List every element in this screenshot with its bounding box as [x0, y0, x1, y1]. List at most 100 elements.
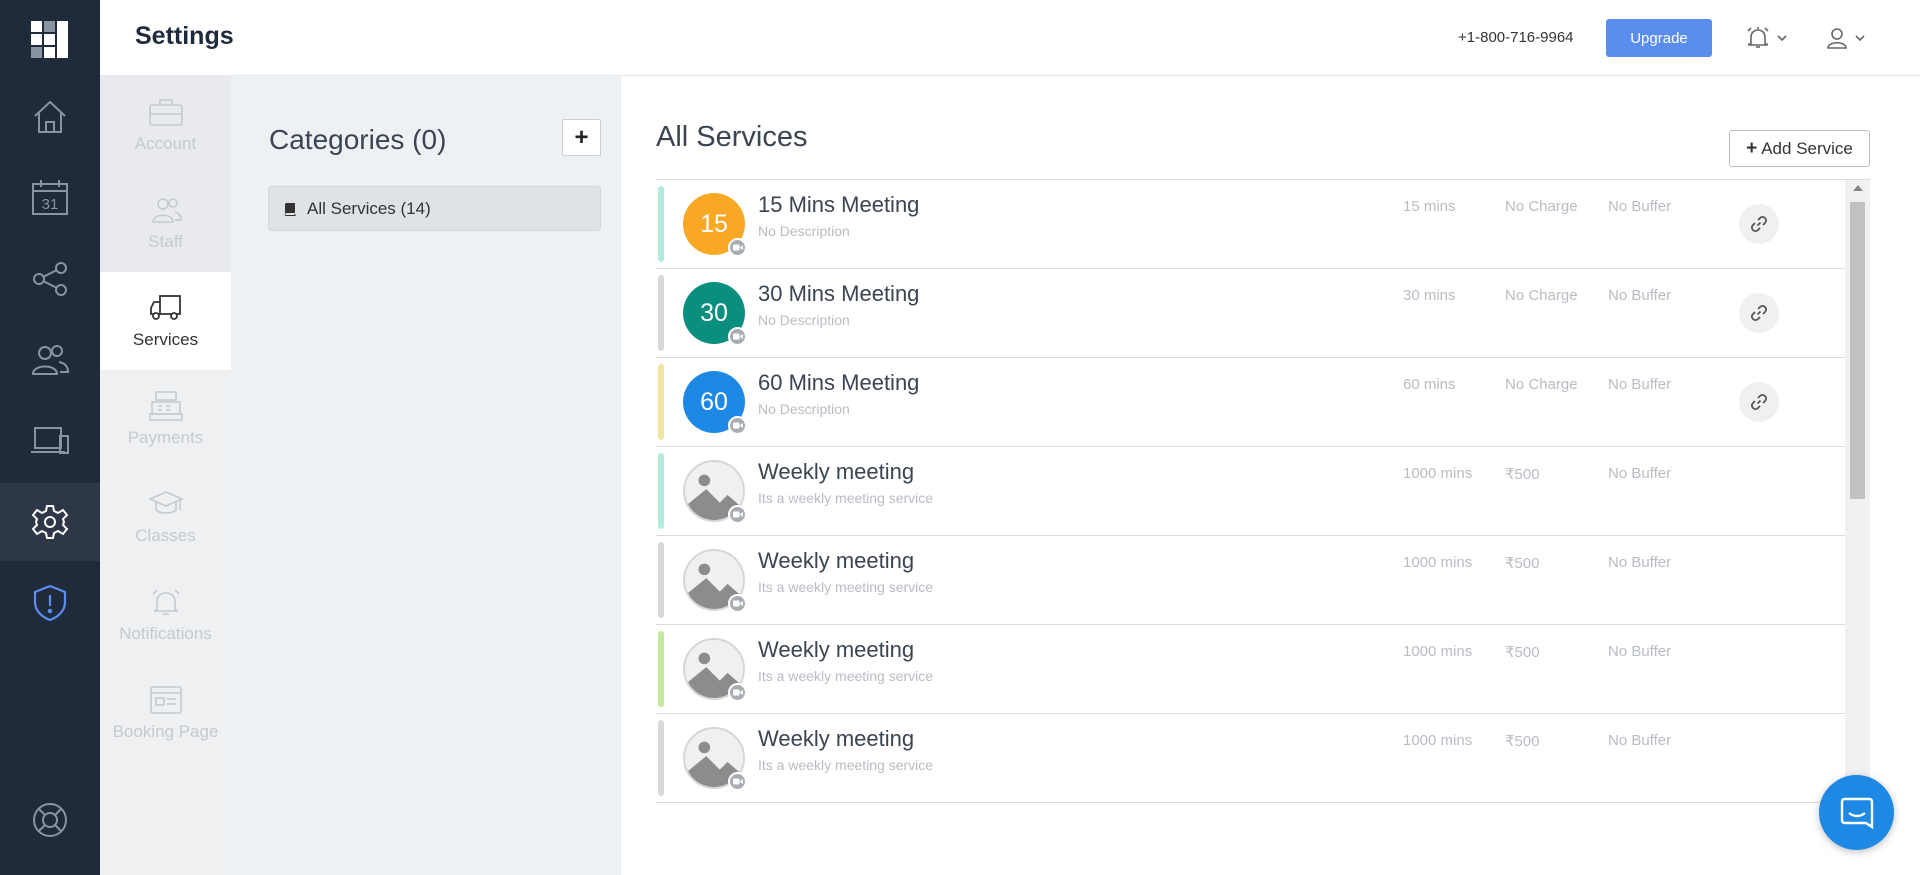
nav-home[interactable] — [0, 78, 100, 156]
chat-launcher-button[interactable] — [1819, 775, 1894, 850]
support-phone[interactable]: +1-800-716-9964 — [1458, 29, 1574, 46]
subnav-notifications[interactable]: Notifications — [100, 566, 231, 664]
services-list: 15 15 Mins Meeting No Description 15 mins No… — [656, 179, 1870, 809]
add-service-label: Add Service — [1761, 138, 1853, 158]
avatar-number: 15 — [700, 209, 728, 238]
subnav-classes[interactable]: Classes — [100, 468, 231, 566]
video-icon — [728, 327, 747, 346]
truck-icon — [149, 295, 181, 320]
copy-link-button[interactable] — [1739, 293, 1779, 333]
service-color-bar — [658, 453, 664, 529]
video-icon — [728, 238, 747, 257]
service-price: No Charge — [1505, 287, 1578, 304]
calendar-icon: 31 — [32, 180, 68, 215]
service-row[interactable]: 30 30 Mins Meeting No Description 30 mins No… — [656, 269, 1845, 358]
top-header: Settings +1-800-716-9964 Upgrade — [100, 0, 1920, 76]
service-buffer: No Buffer — [1608, 643, 1672, 660]
service-price: ₹500 — [1505, 733, 1540, 750]
service-row[interactable]: Weekly meeting Its a weekly meeting servi… — [656, 447, 1845, 536]
service-price: ₹500 — [1505, 555, 1540, 572]
categories-title: Categories (0) — [269, 124, 447, 155]
lifebuoy-icon — [33, 803, 67, 837]
copy-link-button[interactable] — [1739, 204, 1779, 244]
book-icon — [284, 202, 296, 216]
laptop-icon — [31, 427, 69, 454]
graduation-cap-icon — [147, 491, 184, 514]
app-logo-icon[interactable] — [31, 21, 69, 59]
service-row[interactable]: Weekly meeting Its a weekly meeting servi… — [656, 536, 1845, 625]
nav-devices[interactable] — [0, 402, 100, 480]
add-service-button[interactable]: + Add Service — [1729, 130, 1870, 167]
service-buffer: No Buffer — [1608, 554, 1672, 571]
main-nav: 31 — [0, 0, 100, 875]
subnav-payments[interactable]: Payments — [100, 370, 231, 468]
service-name[interactable]: Weekly meeting — [758, 726, 914, 752]
service-row[interactable]: Weekly meeting Its a weekly meeting servi… — [656, 625, 1845, 714]
service-name[interactable]: 30 Mins Meeting — [758, 281, 919, 307]
service-description: Its a weekly meeting service — [758, 579, 934, 595]
service-description: Its a weekly meeting service — [758, 668, 934, 684]
services-title: All Services — [656, 121, 808, 153]
add-category-button[interactable]: + — [562, 119, 601, 156]
customers-icon — [31, 345, 70, 375]
nav-security[interactable] — [0, 564, 100, 642]
nav-calendar[interactable]: 31 — [0, 159, 100, 237]
link-icon — [1750, 393, 1768, 411]
service-duration: 1000 mins — [1403, 465, 1473, 482]
categories-panel: Categories (0) + All Services (14) — [231, 76, 621, 875]
nav-help[interactable] — [0, 781, 100, 859]
category-item-all-services[interactable]: All Services (14) — [268, 186, 601, 231]
service-color-bar — [658, 186, 664, 262]
notifications-menu[interactable] — [1745, 22, 1787, 54]
page-title: Settings — [135, 22, 234, 50]
service-description: No Description — [758, 312, 850, 328]
service-name[interactable]: Weekly meeting — [758, 459, 914, 485]
service-name[interactable]: Weekly meeting — [758, 637, 914, 663]
service-name[interactable]: 15 Mins Meeting — [758, 192, 919, 218]
user-menu[interactable] — [1825, 22, 1865, 54]
bell-icon — [151, 589, 180, 615]
service-row[interactable]: 15 15 Mins Meeting No Description 15 mins No… — [656, 180, 1845, 269]
service-buffer: No Buffer — [1608, 287, 1672, 304]
plus-icon: + — [1746, 137, 1758, 159]
avatar-number: 30 — [700, 298, 728, 327]
nav-settings[interactable] — [0, 483, 100, 561]
chevron-down-icon — [1855, 35, 1865, 42]
service-price: ₹500 — [1505, 644, 1540, 661]
subnav-account[interactable]: Account — [100, 76, 231, 174]
briefcase-icon — [148, 99, 183, 126]
scroll-up-arrow-icon[interactable] — [1853, 185, 1863, 191]
scrollbar[interactable] — [1845, 180, 1870, 809]
video-icon — [728, 772, 747, 791]
service-price: No Charge — [1505, 376, 1578, 393]
subnav-services[interactable]: Services — [100, 272, 231, 370]
service-buffer: No Buffer — [1608, 732, 1672, 749]
share-icon — [33, 262, 67, 296]
shield-alert-icon — [33, 584, 67, 622]
user-icon — [1827, 28, 1847, 49]
nav-share[interactable] — [0, 240, 100, 318]
link-icon — [1750, 304, 1768, 322]
subnav-label: Account — [134, 134, 197, 153]
video-icon — [728, 594, 747, 613]
home-icon — [34, 100, 66, 133]
service-name[interactable]: Weekly meeting — [758, 548, 914, 574]
subnav-label: Booking Page — [112, 722, 219, 741]
service-description: Its a weekly meeting service — [758, 757, 934, 773]
service-price: No Charge — [1505, 198, 1578, 215]
service-name[interactable]: 60 Mins Meeting — [758, 370, 919, 396]
video-icon — [728, 416, 747, 435]
nav-customers[interactable] — [0, 321, 100, 399]
service-color-bar — [658, 275, 664, 351]
scroll-thumb[interactable] — [1850, 202, 1865, 499]
service-row[interactable]: 60 60 Mins Meeting No Description 60 mins No… — [656, 358, 1845, 447]
service-duration: 1000 mins — [1403, 554, 1473, 571]
subnav-booking-page[interactable]: Booking Page — [100, 664, 231, 762]
subnav-label: Payments — [127, 428, 204, 447]
subnav-label: Services — [132, 330, 199, 349]
subnav-staff[interactable]: Staff — [100, 174, 231, 272]
service-buffer: No Buffer — [1608, 465, 1672, 482]
upgrade-button[interactable]: Upgrade — [1606, 19, 1712, 57]
copy-link-button[interactable] — [1739, 382, 1779, 422]
service-row[interactable]: Weekly meeting Its a weekly meeting servi… — [656, 714, 1845, 803]
